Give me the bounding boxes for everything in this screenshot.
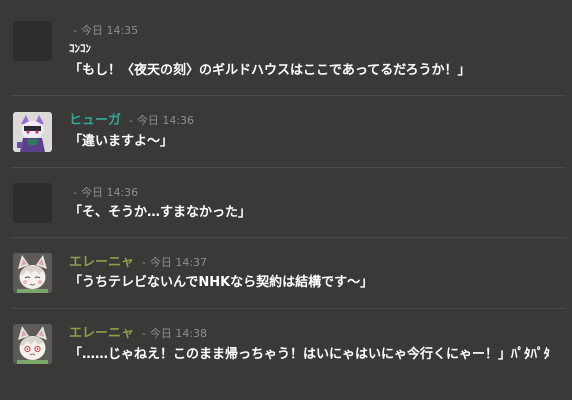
author-name[interactable]: エレーニャ: [69, 255, 134, 270]
message-header: - 今日 14:35: [69, 22, 138, 39]
timestamp: - 今日 14:36: [128, 114, 195, 127]
avatar-blank[interactable]: [13, 183, 52, 223]
message-divider: [11, 95, 566, 96]
message-text: 「そ、そうか…すまなかった」: [69, 205, 252, 220]
message-header: エレーニャ - 今日 14:38: [69, 325, 207, 342]
catgirl-character-avatar[interactable]: [13, 253, 52, 293]
message-sfx: ｺﾝｺﾝ: [69, 42, 91, 55]
message-header: エレーニャ - 今日 14:37: [69, 254, 207, 271]
hooded-cat-character-avatar[interactable]: [13, 112, 52, 152]
timestamp: - 今日 14:37: [141, 256, 208, 269]
timestamp: - 今日 14:35: [73, 24, 139, 37]
message-divider: [11, 308, 566, 309]
message-text: 「うちテレビないんでNHKなら契約は結構です〜」: [69, 275, 374, 290]
message-divider: [11, 167, 566, 168]
message-divider: [11, 237, 566, 238]
chat-log: - 今日 14:35 ｺﾝｺﾝ 「もし！〈夜天の刻〉のギルドハウスはここであってる…: [0, 0, 572, 400]
catgirl-character-avatar[interactable]: [13, 324, 52, 364]
avatar-blank[interactable]: [13, 21, 52, 61]
timestamp: - 今日 14:38: [141, 327, 208, 340]
author-name[interactable]: ヒューガ: [69, 113, 121, 128]
message-header: - 今日 14:36: [69, 184, 138, 201]
message-text: 「……じゃねえ！このまま帰っちゃう！はいにゃはいにゃ今行くにゃー！」ﾊﾟﾀﾊﾟﾀ: [69, 347, 551, 362]
timestamp: - 今日 14:36: [73, 186, 139, 199]
message-text: 「違いますよ〜」: [69, 134, 174, 149]
author-name[interactable]: エレーニャ: [69, 326, 134, 341]
message-header: ヒューガ - 今日 14:36: [69, 112, 194, 129]
message-text: 「もし！〈夜天の刻〉のギルドハウスはここであってるだろうか！」: [69, 63, 471, 78]
